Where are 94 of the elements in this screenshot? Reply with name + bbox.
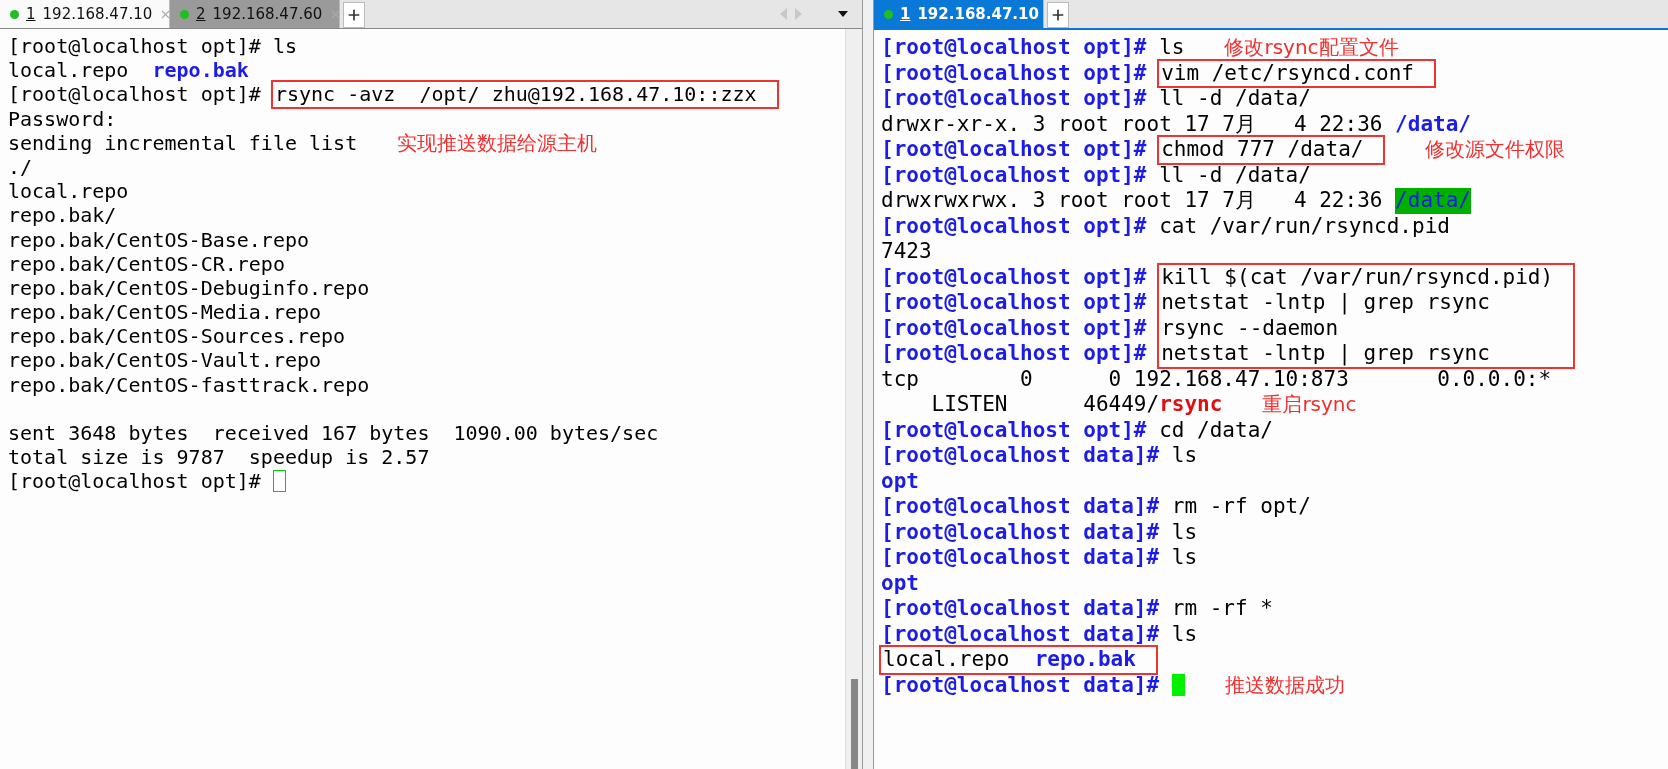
status-dot-icon — [884, 9, 893, 19]
shell-prompt: [root@localhost opt]# — [881, 341, 1148, 367]
terminal-text: ls — [1159, 35, 1185, 61]
terminal-text: local.repo — [8, 179, 129, 204]
shell-prompt: [root@localhost data]# — [881, 672, 1161, 698]
shell-prompt: [root@localhost opt]# — [881, 86, 1148, 112]
shell-prompt: [root@localhost data]# — [881, 494, 1161, 520]
terminal-text: repo.bak/CentOS-Base.repo — [8, 227, 310, 252]
terminal-text: ll -d /data/ — [1159, 86, 1311, 112]
shell-prompt: [root@localhost data]# — [881, 596, 1161, 622]
shell-prompt: [root@localhost opt]# — [8, 469, 262, 494]
terminal-text: ./ — [8, 154, 33, 180]
shell-prompt: [root@localhost opt]# — [881, 162, 1148, 188]
directory-name: /data/ — [1395, 188, 1471, 214]
terminal-text: ls — [1171, 621, 1198, 647]
terminal-text: netstat -lntp | grep rsync — [1161, 290, 1490, 316]
executable-name: rsync — [1159, 392, 1223, 418]
terminal-text: 7423 — [881, 239, 932, 265]
annotation-note: 重启rsync — [1262, 392, 1357, 418]
terminal-text: ls — [272, 34, 297, 59]
directory-name: repo.bak — [152, 58, 249, 83]
shell-prompt: [root@localhost opt]# — [881, 137, 1148, 163]
terminal-text: vim /etc/rsyncd.conf — [1161, 60, 1415, 86]
terminal-text: LISTEN 46449/ — [930, 392, 1160, 418]
shell-prompt: [root@localhost data]# — [881, 443, 1161, 469]
tab-number: 1 — [900, 5, 911, 23]
shell-prompt: [root@localhost opt]# — [881, 35, 1148, 61]
shell-prompt: [root@localhost opt]# — [8, 82, 262, 107]
terminal-text: sending incremental file list — [8, 130, 358, 155]
new-tab-button[interactable] — [343, 2, 365, 28]
scroll-right-icon[interactable] — [794, 8, 802, 20]
dropdown-icon[interactable] — [838, 11, 848, 17]
shell-prompt: [root@localhost data]# — [881, 545, 1161, 571]
terminal-text: kill $(cat /var/run/rsyncd.pid) — [1161, 264, 1554, 290]
terminal-text: repo.bak/CentOS-Debuginfo.repo — [8, 275, 370, 301]
tab-label: 192.168.47.60 — [212, 5, 323, 23]
tab-label: 192.168.47.10 — [42, 5, 153, 23]
terminal-text: tcp 0 0 192.168.47.10:873 0.0.0.0:* — [881, 366, 1552, 392]
terminal-text: repo.bak/CentOS-fasttrack.repo — [8, 372, 370, 397]
tab-number: 2 — [196, 5, 206, 23]
directory-name: opt — [881, 468, 919, 494]
terminal-text: rm -rf * — [1171, 596, 1273, 622]
shell-prompt: [root@localhost opt]# — [881, 290, 1148, 316]
session-tab[interactable]: 1 192.168.47.10 — [0, 0, 170, 28]
terminal-text: rsync -avz /opt/ zhu@192.168.47.10::zzx — [274, 82, 757, 107]
terminal-text: Password: — [8, 106, 117, 131]
shell-prompt: [root@localhost opt]# — [881, 264, 1148, 290]
shell-prompt: [root@localhost opt]# — [881, 213, 1148, 239]
terminal-text: netstat -lntp | grep rsync — [1161, 341, 1490, 367]
scrollbar-thumb[interactable] — [851, 679, 858, 769]
terminal-text: repo.bak/CentOS-CR.repo — [8, 251, 285, 276]
terminal-text: sent 3648 bytes received 167 bytes 1090.00 bytes/sec — [8, 421, 659, 446]
shell-prompt: [root@localhost opt]# — [881, 315, 1148, 341]
terminal-text: ls — [1171, 443, 1198, 469]
terminal-text: local.repo — [883, 647, 1011, 673]
terminal-text: total size is 9787 speedup is 2.57 — [8, 445, 430, 470]
plus-icon — [1050, 7, 1066, 23]
terminal-text: repo.bak/CentOS-Sources.repo — [8, 324, 346, 349]
session-tab[interactable]: 1 192.168.47.10 — [874, 0, 1044, 28]
status-dot-icon — [10, 9, 19, 19]
annotation-note: 修改源文件权限 — [1425, 137, 1566, 163]
annotation-note: 推送数据成功 — [1224, 672, 1345, 698]
terminal-text: rsync --daemon — [1161, 315, 1339, 341]
session-tab[interactable]: 2 192.168.47.60 — [170, 0, 340, 28]
terminal-text: repo.bak/ — [8, 203, 117, 228]
tab-label: 192.168.47.10 — [917, 5, 1039, 23]
terminal-text: ls — [1171, 519, 1198, 545]
directory-name: repo.bak — [1034, 647, 1136, 673]
terminal-text: local.repo — [8, 58, 130, 83]
annotation-note: 修改rsync配置文件 — [1224, 35, 1399, 61]
annotation-note: 实现推送数据给源主机 — [397, 130, 598, 155]
new-tab-button[interactable] — [1047, 2, 1069, 28]
terminal-text: drwxrwxrwx. 3 root root 17 7月 4 22:36 — [881, 188, 1384, 214]
status-dot-icon — [180, 9, 189, 19]
terminal-text: cd /data/ — [1159, 417, 1273, 443]
shell-prompt: [root@localhost data]# — [881, 621, 1161, 647]
shell-prompt: [root@localhost opt]# — [881, 417, 1148, 443]
terminal-text: drwxr-xr-x. 3 root root 17 7月 4 22:36 — [881, 111, 1384, 137]
terminal-text: repo.bak/CentOS-Media.repo — [8, 300, 322, 325]
directory-name: /data/ — [1395, 111, 1471, 137]
scroll-left-icon[interactable] — [780, 8, 788, 20]
terminal-text: rm -rf opt/ — [1171, 494, 1311, 520]
scrollbar[interactable] — [845, 29, 862, 769]
shell-prompt: [root@localhost opt]# — [8, 34, 262, 59]
terminal-text: cat /var/run/rsyncd.pid — [1159, 213, 1450, 239]
directory-name: opt — [881, 570, 919, 596]
terminal-text: ll -d /data/ — [1159, 162, 1311, 188]
shell-prompt: [root@localhost opt]# — [881, 60, 1148, 86]
shell-prompt: [root@localhost data]# — [881, 519, 1161, 545]
plus-icon — [346, 7, 362, 23]
terminal-text: chmod 777 /data/ — [1161, 137, 1364, 163]
terminal-text: ls — [1171, 545, 1198, 571]
terminal-text: repo.bak/CentOS-Vault.repo — [8, 348, 322, 373]
tab-number: 1 — [26, 5, 36, 23]
